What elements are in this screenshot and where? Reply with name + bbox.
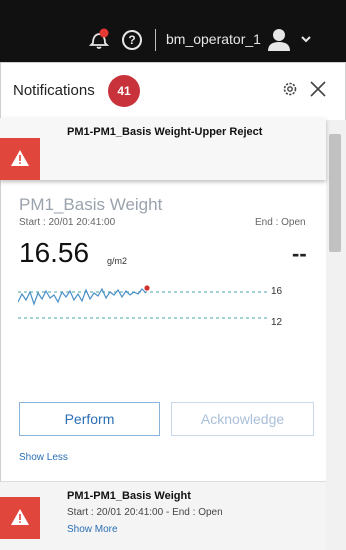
detail-end-time: End : Open <box>255 217 306 228</box>
user-icon[interactable] <box>266 26 292 52</box>
chevron-down-icon[interactable] <box>300 33 312 45</box>
upper-limit-label: 16 <box>271 286 283 297</box>
current-value: 16.56 <box>19 237 90 268</box>
gear-icon[interactable] <box>281 80 299 98</box>
scrollbar-thumb[interactable] <box>329 134 341 252</box>
trend-line <box>18 287 147 306</box>
alert-severity-marker <box>0 138 40 180</box>
value-unit: g/m2 <box>107 256 128 266</box>
alert-time-range: Start : 20/01 20:41:00 - End : Open <box>67 507 223 518</box>
bell-icon[interactable] <box>89 28 109 50</box>
warning-icon <box>11 150 29 166</box>
topbar-divider <box>155 29 156 51</box>
top-bar: ? bm_operator_1 <box>0 0 346 62</box>
sparkline-chart <box>18 285 268 319</box>
alert-title: PM1-PM1_Basis Weight-Upper Reject <box>67 126 263 138</box>
alert-title: PM1-PM1_Basis Weight <box>67 490 191 502</box>
alert-card[interactable]: PM1-PM1_Basis Weight Start : 20/01 20:41… <box>0 481 326 550</box>
acknowledge-button[interactable]: Acknowledge <box>171 402 314 436</box>
show-less-link[interactable]: Show Less <box>19 452 68 463</box>
show-more-link[interactable]: Show More <box>67 524 118 535</box>
alert-severity-marker <box>0 497 40 539</box>
lower-limit-label: 12 <box>271 317 283 328</box>
latest-point <box>144 285 150 291</box>
notification-count-badge: 41 <box>108 75 140 107</box>
secondary-value: -- <box>292 241 307 266</box>
username-label[interactable]: bm_operator_1 <box>166 31 261 47</box>
close-icon[interactable] <box>309 80 327 98</box>
perform-button[interactable]: Perform <box>19 402 160 436</box>
alert-card[interactable]: PM1-PM1_Basis Weight-Upper Reject <box>0 118 326 180</box>
panel-title: Notifications <box>13 82 95 99</box>
detail-title: PM1_Basis Weight <box>19 195 163 214</box>
warning-icon <box>11 509 29 525</box>
detail-start-time: Start : 20/01 20:41:00 <box>19 217 116 228</box>
help-icon[interactable]: ? <box>122 30 142 50</box>
